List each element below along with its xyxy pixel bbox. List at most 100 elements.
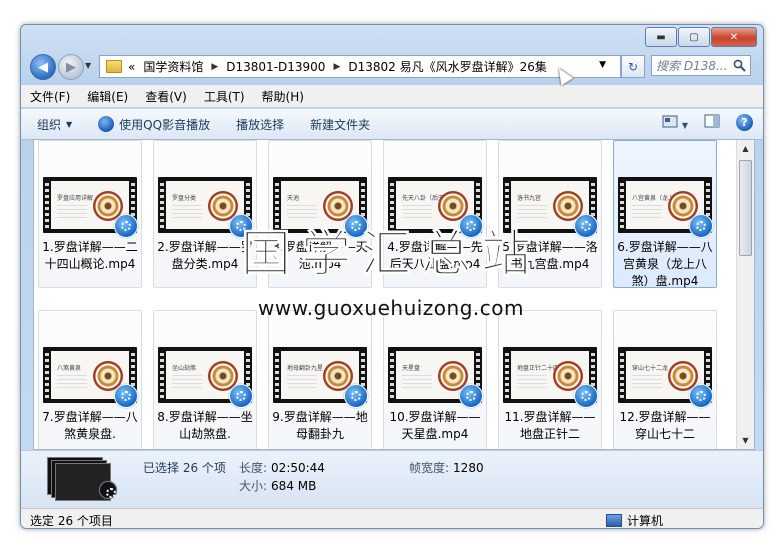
qq-player-icon bbox=[574, 384, 598, 408]
qq-player-icon bbox=[229, 214, 253, 238]
organize-label: 组织 bbox=[37, 117, 62, 132]
play-with-qq-label: 使用QQ影音播放 bbox=[119, 117, 211, 132]
scroll-thumb[interactable] bbox=[739, 160, 752, 256]
menu-edit[interactable]: 编辑(E) bbox=[78, 88, 136, 105]
window-controls: ▬ ▢ ✕ bbox=[645, 27, 757, 47]
search-placeholder: 搜索 D138... bbox=[656, 59, 728, 73]
thumbnail-title: 罗盘分类 bbox=[172, 195, 197, 202]
scroll-down-icon[interactable]: ▼ bbox=[737, 432, 754, 449]
thumbnail-title: 穿山七十二龙 bbox=[632, 365, 669, 372]
file-name: 12.罗盘详解——穿山七十二 bbox=[619, 410, 711, 441]
file-item[interactable]: 洛书九宫 5.罗盘详解——洛书九宫盘.mp4 bbox=[498, 140, 602, 288]
length-field: 长度: 02:50:44 bbox=[239, 459, 325, 476]
file-name: 3.罗盘详解——天池.mp4 bbox=[272, 240, 368, 271]
frame-width-field: 帧宽度: 1280 bbox=[409, 459, 484, 476]
thumbnail-title: 地母翻卦九星 bbox=[287, 365, 324, 372]
file-item[interactable]: 穿山七十二龙 12.罗盘详解——穿山七十二 bbox=[613, 310, 717, 449]
scroll-up-icon[interactable]: ▲ bbox=[737, 140, 754, 157]
qq-player-icon bbox=[689, 384, 713, 408]
file-name: 6.罗盘详解——八宫黄泉（龙上八煞）盘.mp4 bbox=[617, 240, 713, 288]
breadcrumb-arrow-icon[interactable]: ▶ bbox=[211, 62, 218, 72]
file-name: 2.罗盘详解——罗盘分类.mp4 bbox=[157, 240, 253, 271]
back-button[interactable]: ◀ bbox=[30, 54, 56, 80]
address-bar[interactable]: « 国学资料馆 ▶ D13801-D13900 ▶ D13802 易凡《风水罗盘… bbox=[99, 55, 621, 78]
qq-player-icon bbox=[459, 214, 483, 238]
qq-player-icon bbox=[689, 214, 713, 238]
refresh-button[interactable]: ↻ bbox=[621, 55, 645, 78]
view-controls: ▼ ? bbox=[662, 114, 753, 131]
breadcrumb-arrow-icon[interactable]: ▶ bbox=[333, 62, 340, 72]
search-input[interactable]: 搜索 D138... bbox=[651, 55, 751, 76]
file-list[interactable]: 罗盘应用详解 1.罗盘详解——二十四山概论.mp4 罗盘分类 2.罗盘详解——罗盘分类… bbox=[33, 139, 755, 450]
file-name: 7.罗盘详解——八煞黄泉盘. bbox=[42, 410, 138, 441]
size-label: 大小: bbox=[239, 479, 268, 493]
preview-pane-icon bbox=[704, 114, 720, 128]
size-field: 大小: 684 MB bbox=[239, 477, 316, 494]
file-item[interactable]: 天池 3.罗盘详解——天池.mp4 bbox=[268, 140, 372, 288]
view-icon bbox=[662, 115, 678, 127]
help-button[interactable]: ? bbox=[736, 114, 753, 131]
qq-player-icon bbox=[459, 384, 483, 408]
qq-player-icon bbox=[114, 384, 138, 408]
file-item[interactable]: 先天八卦（后天） 4.罗盘详解——先后天八卦盘.mp4 bbox=[383, 140, 487, 288]
address-bar-row: ◀ ▶ ▼ « 国学资料馆 ▶ D13801-D13900 ▶ D13802 易… bbox=[21, 51, 763, 81]
file-name: 5.罗盘详解——洛书九宫盘.mp4 bbox=[502, 240, 598, 271]
refresh-icon: ↻ bbox=[627, 59, 639, 74]
preview-pane-button[interactable] bbox=[704, 114, 720, 131]
address-dropdown-icon[interactable]: ▼ bbox=[599, 60, 606, 70]
frame-width-value: 1280 bbox=[453, 461, 484, 475]
change-view-button[interactable]: ▼ bbox=[662, 115, 688, 131]
chevron-down-icon: ▼ bbox=[66, 119, 73, 129]
menu-tools[interactable]: 工具(T) bbox=[195, 88, 253, 105]
file-name: 10.罗盘详解——天星盘.mp4 bbox=[389, 410, 481, 441]
breadcrumb-item-1[interactable]: 国学资料馆 bbox=[143, 58, 203, 75]
status-bar: 选定 26 个项目 计算机 bbox=[21, 508, 763, 528]
menu-view[interactable]: 查看(V) bbox=[136, 88, 195, 105]
file-item[interactable]: 天星盘 10.罗盘详解——天星盘.mp4 bbox=[383, 310, 487, 449]
play-with-qq-button[interactable]: 使用QQ影音播放 bbox=[82, 116, 220, 133]
play-selection-button[interactable]: 播放选择 bbox=[220, 116, 294, 133]
status-location-label: 计算机 bbox=[627, 514, 664, 528]
new-folder-button[interactable]: 新建文件夹 bbox=[294, 116, 380, 133]
file-item[interactable]: 地盘正针二十四山 11.罗盘详解——地盘正针二 bbox=[498, 310, 602, 449]
qq-player-icon bbox=[574, 214, 598, 238]
close-button[interactable]: ✕ bbox=[711, 27, 757, 47]
thumbnail-title: 洛书九宫 bbox=[517, 195, 542, 202]
menu-bar: 文件(F) 编辑(E) 查看(V) 工具(T) 帮助(H) bbox=[21, 85, 763, 107]
file-item[interactable]: 八煞黄泉 7.罗盘详解——八煞黄泉盘. bbox=[38, 310, 142, 449]
folder-icon bbox=[106, 60, 122, 73]
maximize-button[interactable]: ▢ bbox=[678, 27, 710, 47]
qq-player-icon bbox=[344, 214, 368, 238]
breadcrumb-item-3[interactable]: D13802 易凡《风水罗盘详解》26集 bbox=[348, 58, 547, 75]
file-item[interactable]: 罗盘分类 2.罗盘详解——罗盘分类.mp4 bbox=[153, 140, 257, 288]
thumbnail-title: 天星盘 bbox=[402, 365, 421, 372]
breadcrumb-overflow[interactable]: « bbox=[128, 60, 135, 74]
organize-button[interactable]: 组织 ▼ bbox=[21, 116, 82, 133]
minimize-button[interactable]: ▬ bbox=[645, 27, 677, 47]
file-item[interactable]: 罗盘应用详解 1.罗盘详解——二十四山概论.mp4 bbox=[38, 140, 142, 288]
frame-width-label: 帧宽度: bbox=[409, 461, 450, 475]
qq-player-icon bbox=[229, 384, 253, 408]
thumbnail-title: 天池 bbox=[287, 195, 300, 202]
file-item[interactable]: 坐山劫煞 8.罗盘详解——坐山劫煞盘. bbox=[153, 310, 257, 449]
qq-player-icon bbox=[344, 384, 368, 408]
vertical-scrollbar[interactable]: ▲ ▼ bbox=[736, 140, 754, 449]
recent-pages-dropdown[interactable]: ▼ bbox=[85, 61, 91, 70]
search-icon[interactable] bbox=[733, 59, 746, 72]
thumbnail-title: 八煞黄泉 bbox=[57, 365, 82, 372]
file-item[interactable]: 地母翻卦九星 9.罗盘详解——地母翻卦九 bbox=[268, 310, 372, 449]
file-name: 11.罗盘详解——地盘正针二 bbox=[504, 410, 596, 441]
status-selected-text: 选定 26 个项目 bbox=[30, 514, 113, 528]
menu-file[interactable]: 文件(F) bbox=[21, 88, 78, 105]
file-item[interactable]: 八宫黄泉（龙上八煞） 6.罗盘详解——八宫黄泉（龙上八煞）盘.mp4 bbox=[613, 140, 717, 288]
qq-player-icon bbox=[114, 214, 138, 238]
breadcrumb-item-2[interactable]: D13801-D13900 bbox=[226, 60, 325, 74]
selected-count: 已选择 26 个项 bbox=[143, 461, 226, 475]
file-name: 4.罗盘详解——先后天八卦盘.mp4 bbox=[387, 240, 483, 271]
file-name: 1.罗盘详解——二十四山概论.mp4 bbox=[42, 240, 138, 271]
file-name: 9.罗盘详解——地母翻卦九 bbox=[272, 410, 368, 441]
menu-help[interactable]: 帮助(H) bbox=[253, 88, 312, 105]
qq-player-icon bbox=[98, 116, 115, 132]
forward-button[interactable]: ▶ bbox=[58, 54, 84, 80]
file-name: 8.罗盘详解——坐山劫煞盘. bbox=[157, 410, 253, 441]
